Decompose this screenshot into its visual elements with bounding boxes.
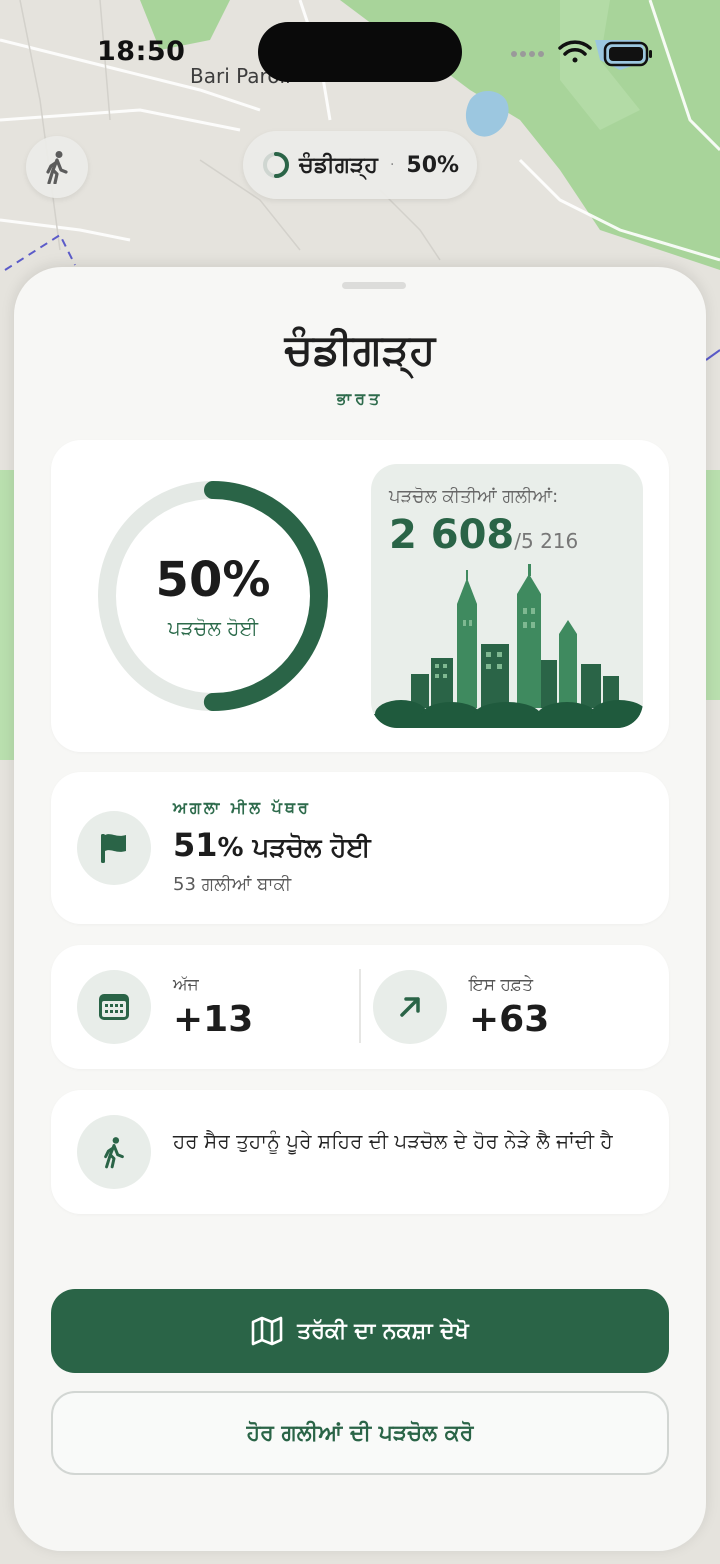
progress-card: 50% ਪੜਚੋਲ ਹੋਈ ਪੜਚੋਲ ਕੀਤੀਆਂ ਗਲੀਆਂ: 2 608/… — [51, 440, 669, 752]
pill-percent: 50% — [406, 152, 460, 178]
calendar-icon — [99, 994, 129, 1020]
week-label: ਇਸ ਹਫ਼ਤੇ — [469, 975, 533, 995]
dynamic-island — [258, 22, 462, 82]
city-title: ਚੰਡੀਗੜ੍ਹ — [284, 325, 436, 374]
explore-more-streets-button[interactable]: ਹੋਰ ਗਲੀਆਂ ਦੀ ਪੜਚੋਲ ਕਰੋ — [51, 1391, 669, 1475]
milestone-overline: ਅਗਲਾ ਮੀਲ ਪੱਥਰ — [173, 798, 311, 817]
stats-divider — [359, 969, 361, 1043]
explore-more-streets-label: ਹੋਰ ਗਲੀਆਂ ਦੀ ਪੜਚੋਲ ਕਰੋ — [246, 1420, 474, 1446]
map-icon — [251, 1316, 283, 1346]
milestone-percent-suffix: % ਪੜਚੋਲ ਹੋਈ — [217, 833, 371, 863]
tip-text: ਹਰ ਸੈਰ ਤੁਹਾਨੂੰ ਪੂਰੇ ਸ਼ਹਿਰ ਦੀ ਪੜਚੋਲ ਦੇ ਹੋ… — [173, 1129, 613, 1153]
city-skyline-illustration — [371, 564, 643, 728]
battery-icon — [603, 41, 652, 67]
walking-person-icon — [104, 1137, 124, 1169]
milestone-target: 51% ਪੜਚੋਲ ਹੋਈ — [173, 826, 371, 864]
city-detail-sheet: ਚੰਡੀਗੜ੍ਹ ਭਾਰਤ 50% ਪੜਚੋਲ ਹੋਈ ਪੜਚੋਲ ਕੀਤੀਆਂ… — [14, 267, 706, 1551]
status-time: 18:50 — [97, 36, 186, 67]
streets-explored-value: 2 608 — [389, 512, 515, 558]
pill-separator: · — [389, 157, 395, 173]
cellular-signal-icon — [511, 51, 544, 57]
arrow-up-right-icon — [400, 997, 420, 1017]
view-progress-map-label: ਤਰੱਕੀ ਦਾ ਨਕਸ਼ਾ ਦੇਖੋ — [297, 1318, 469, 1344]
progress-caption: ਪੜਚੋਲ ਹੋਈ — [167, 616, 259, 640]
pill-city-name: ਚੰਡੀਗੜ੍ਹ — [299, 152, 378, 178]
stats-card: ਅੱਜ +13 ਇਸ ਹਫ਼ਤੇ +63 — [51, 945, 669, 1069]
status-icons — [511, 40, 652, 67]
streets-explored-label: ਪੜਚੋਲ ਕੀਤੀਆਂ ਗਲੀਆਂ: — [389, 486, 559, 507]
today-icon-circle — [77, 970, 151, 1044]
progress-percent: 50% — [155, 552, 271, 608]
week-value: +63 — [469, 999, 550, 1040]
walk-mode-button[interactable] — [26, 136, 88, 198]
walking-person-icon — [46, 151, 68, 184]
week-icon-circle — [373, 970, 447, 1044]
milestone-card: ਅਗਲਾ ਮੀਲ ਪੱਥਰ 51% ਪੜਚੋਲ ਹੋਈ 53 ਗਲੀਆਂ ਬਾਕ… — [51, 772, 669, 924]
today-label: ਅੱਜ — [173, 975, 199, 995]
flag-icon — [101, 834, 126, 863]
milestone-remaining: 53 ਗਲੀਆਂ ਬਾਕੀ — [173, 874, 292, 895]
sheet-grabber[interactable] — [342, 282, 406, 289]
wifi-icon — [558, 40, 592, 63]
progress-spinner-icon — [263, 152, 289, 178]
milestone-percent: 51 — [173, 826, 218, 864]
country-label: ਭਾਰਤ — [336, 389, 384, 408]
tip-icon-circle — [77, 1115, 151, 1189]
view-progress-map-button[interactable]: ਤਰੱਕੀ ਦਾ ਨਕਸ਼ਾ ਦੇਖੋ — [51, 1289, 669, 1373]
today-value: +13 — [173, 999, 254, 1040]
city-progress-pill[interactable]: ਚੰਡੀਗੜ੍ਹ · 50% — [243, 131, 477, 199]
streets-explored-box: ਪੜਚੋਲ ਕੀਤੀਆਂ ਗਲੀਆਂ: 2 608/5 216 — [371, 464, 643, 728]
streets-total-value: /5 216 — [514, 529, 579, 553]
milestone-icon-circle — [77, 811, 151, 885]
tip-card: ਹਰ ਸੈਰ ਤੁਹਾਨੂੰ ਪੂਰੇ ਸ਼ਹਿਰ ਦੀ ਪੜਚੋਲ ਦੇ ਹੋ… — [51, 1090, 669, 1214]
streets-explored-count: 2 608/5 216 — [389, 512, 578, 558]
